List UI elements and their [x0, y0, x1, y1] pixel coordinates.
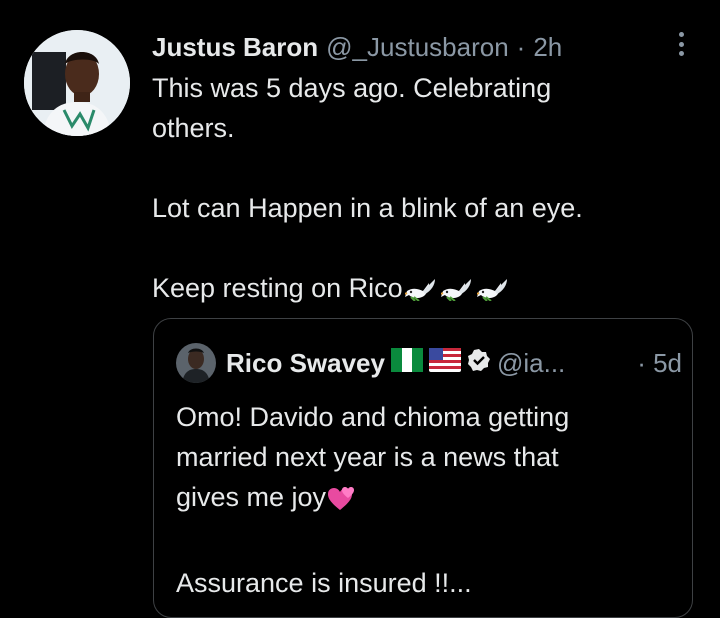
tweet-text-line: others.: [152, 113, 235, 143]
quoted-author-handle[interactable]: @ia...: [497, 348, 565, 379]
quoted-text-line-with-emoji: gives me joy: [176, 477, 676, 523]
header-separator: ·: [516, 31, 526, 62]
quoted-tweet-header: Rico Swavey @ia... · 5d: [176, 343, 682, 383]
author-avatar[interactable]: [24, 30, 130, 136]
tweet-timestamp[interactable]: 2h: [533, 32, 562, 63]
quoted-tweet-card[interactable]: Rico Swavey @ia... · 5d Omo! Davido and …: [153, 318, 693, 618]
nigeria-flag-icon: [390, 347, 423, 379]
tweet-text-line: Keep resting on Rico: [152, 273, 403, 303]
tweet-text-line: This was 5 days ago. Celebrating: [152, 73, 552, 103]
tweet-header: Justus Baron @_Justusbaron · 2h: [152, 30, 562, 64]
dove-icon: [440, 272, 475, 312]
verified-badge-icon: [467, 348, 491, 379]
more-options-icon[interactable]: [670, 30, 692, 58]
more-dot: [678, 32, 684, 37]
dove-icon: [476, 272, 511, 312]
quoted-tweet-timestamp[interactable]: · 5d: [637, 348, 682, 379]
quoted-tweet-text: Omo! Davido and chioma getting married n…: [176, 397, 676, 603]
quoted-text-line: gives me joy: [176, 482, 327, 512]
author-handle[interactable]: @_Justusbaron: [326, 32, 509, 63]
dove-icon: [404, 272, 439, 312]
quoted-author-avatar[interactable]: [176, 343, 216, 383]
quoted-text-line: married next year is a news that: [176, 442, 559, 472]
more-dot: [678, 41, 684, 47]
author-name[interactable]: Justus Baron: [152, 32, 318, 63]
us-flag-icon: [428, 347, 461, 379]
two-hearts-icon: [326, 483, 358, 523]
quoted-text-line: Assurance is insured !!...: [176, 568, 472, 598]
more-dot: [678, 51, 684, 56]
quoted-author-name[interactable]: Rico Swavey: [226, 348, 385, 379]
quoted-text-line: Omo! Davido and chioma getting: [176, 402, 570, 432]
tweet-text: This was 5 days ago. Celebrating others.…: [152, 68, 692, 312]
tweet-text-line: Lot can Happen in a blink of an eye.: [152, 193, 583, 223]
tweet-text-line-with-emoji: Keep resting on Rico: [152, 268, 692, 312]
